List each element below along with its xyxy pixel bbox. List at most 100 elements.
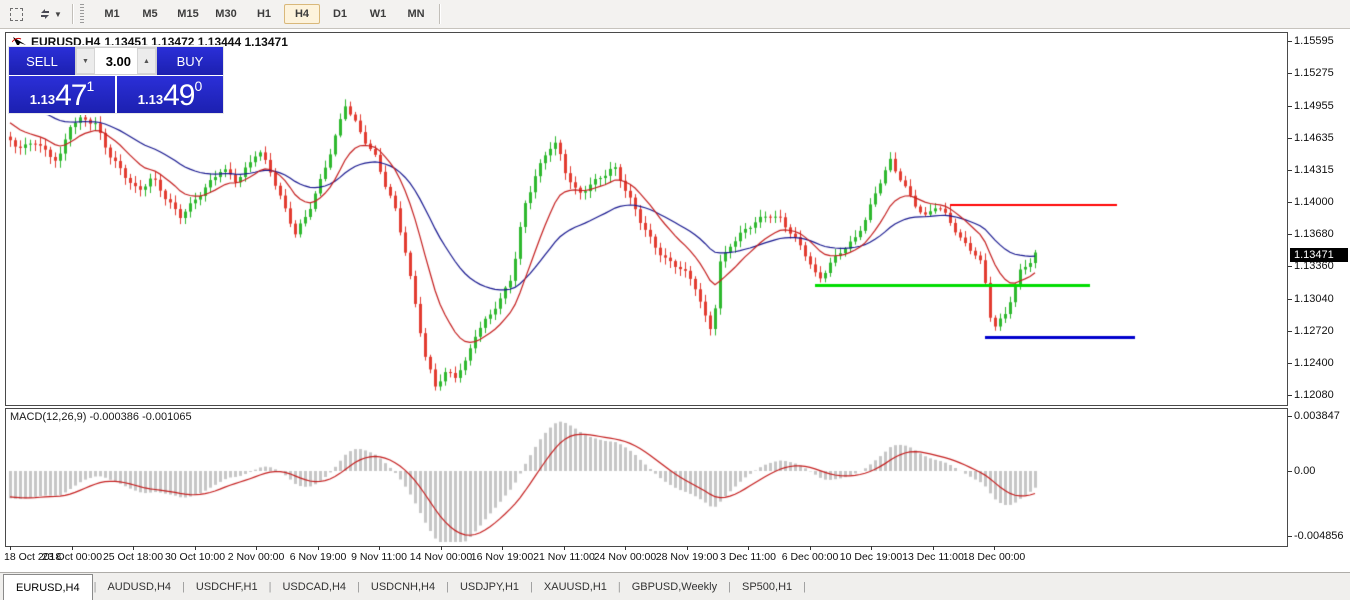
time-axis-label: 2 Nov 00:00 (228, 551, 285, 563)
price-axis-dash (1288, 234, 1292, 235)
time-axis-label: 9 Nov 11:00 (351, 551, 407, 563)
timeframe-button-h4[interactable]: H4 (284, 4, 320, 24)
chart-tab-gbpusd-weekly[interactable]: GBPUSD,Weekly (622, 577, 727, 597)
buy-price-small: 1.13 (138, 89, 163, 111)
time-axis-label: 6 Dec 00:00 (782, 551, 839, 563)
time-axis-label: 10 Dec 19:00 (840, 551, 902, 563)
sell-button[interactable]: SELL (9, 47, 75, 75)
time-axis-label: 25 Oct 18:00 (103, 551, 163, 563)
time-axis-tick (256, 546, 257, 550)
time-axis-tick (871, 546, 872, 550)
chart-tab-sp500-h1[interactable]: SP500,H1 (732, 577, 802, 597)
toolbar-separator-2 (439, 4, 440, 24)
time-axis-tick (994, 546, 995, 550)
macd-axis-dash (1288, 471, 1292, 472)
chart-tabs-bar: EURUSD,H4|AUDUSD,H4|USDCHF,H1|USDCAD,H4|… (0, 572, 1350, 600)
time-axis-label: 24 Nov 00:00 (594, 551, 656, 563)
chart-tab-audusd-h4[interactable]: AUDUSD,H4 (97, 577, 181, 597)
time-axis-tick (810, 546, 811, 550)
time-axis-tick (441, 546, 442, 550)
price-axis-tick: 1.13680 (1294, 228, 1334, 240)
chart-tab-usdcad-h4[interactable]: USDCAD,H4 (272, 577, 356, 597)
sell-price-small: 1.13 (30, 89, 55, 111)
sell-price-sup: 1 (86, 79, 94, 93)
timeframe-button-m1[interactable]: M1 (94, 4, 130, 24)
timeframe-button-d1[interactable]: D1 (322, 4, 358, 24)
price-axis-dash (1288, 138, 1292, 139)
price-axis-tick: 1.14000 (1294, 196, 1334, 208)
time-axis-tick (687, 546, 688, 550)
macd-axis-tick: 0.00 (1294, 465, 1315, 477)
chart-tab-usdchf-h1[interactable]: USDCHF,H1 (186, 577, 268, 597)
time-axis-label: 13 Dec 11:00 (902, 551, 964, 563)
volume-increase-button[interactable]: ▲ (137, 48, 156, 74)
chevron-down-icon: ▼ (54, 10, 62, 19)
price-axis-dash (1288, 363, 1292, 364)
toolbar-grip[interactable] (80, 4, 84, 24)
macd-canvas[interactable] (6, 409, 1287, 546)
sell-price-big: 47 (55, 81, 86, 111)
time-axis-label: 3 Dec 11:00 (720, 551, 776, 563)
price-axis-dash (1288, 73, 1292, 74)
current-price-badge: 1.13471 (1290, 248, 1348, 262)
price-axis-tick: 1.15275 (1294, 67, 1334, 79)
price-axis-dash (1288, 395, 1292, 396)
timeframe-button-m5[interactable]: M5 (132, 4, 168, 24)
toolbar-separator (72, 4, 73, 24)
arrows-icon (38, 8, 52, 20)
timeframe-button-m30[interactable]: M30 (208, 4, 244, 24)
chart-tab-eurusd-h4[interactable]: EURUSD,H4 (3, 574, 93, 600)
macd-indicator-label: MACD(12,26,9) -0.000386 -0.001065 (10, 411, 192, 423)
time-axis-tick (72, 546, 73, 550)
price-axis-dash (1288, 41, 1292, 42)
chart-tab-xauusd-h1[interactable]: XAUUSD,H1 (534, 577, 617, 597)
buy-quote-button[interactable]: 1.13 49 0 (117, 76, 223, 113)
macd-indicator-pane[interactable] (5, 408, 1288, 547)
time-axis-tick (748, 546, 749, 550)
price-axis-dash (1288, 170, 1292, 171)
price-axis-tick: 1.15595 (1294, 35, 1334, 47)
time-axis-label: 28 Nov 19:00 (656, 551, 718, 563)
time-axis-tick (933, 546, 934, 550)
price-axis-dash (1288, 266, 1292, 267)
timeframe-button-mn[interactable]: MN (398, 4, 434, 24)
buy-price-big: 49 (163, 81, 194, 111)
time-axis-tick (379, 546, 380, 550)
macd-axis-dash (1288, 416, 1292, 417)
timeframe-button-w1[interactable]: W1 (360, 4, 396, 24)
timeframe-buttons: M1M5M15M30H1H4D1W1MN (93, 4, 435, 24)
price-axis-tick: 1.13040 (1294, 293, 1334, 305)
trade-levels-button[interactable]: ▼ (32, 3, 68, 25)
chart-tab-usdcnh-h4[interactable]: USDCNH,H4 (361, 577, 445, 597)
volume-value[interactable]: 3.00 (95, 48, 137, 74)
top-toolbar: ▼ M1M5M15M30H1H4D1W1MN (0, 0, 1350, 29)
time-axis-label: 14 Nov 00:00 (410, 551, 472, 563)
price-axis-dash (1288, 299, 1292, 300)
crosshair-tool-button[interactable] (3, 3, 29, 25)
price-axis-dash (1288, 106, 1292, 107)
crosshair-icon (10, 8, 23, 21)
macd-axis-dash (1288, 536, 1292, 537)
one-click-trading-panel: SELL ▼ 3.00 ▲ BUY 1.13 47 1 1.13 49 0 (8, 46, 224, 114)
volume-decrease-button[interactable]: ▼ (76, 48, 95, 74)
buy-button[interactable]: BUY (157, 47, 223, 75)
time-axis-tick (195, 546, 196, 550)
time-axis-label: 23 Oct 00:00 (42, 551, 102, 563)
time-axis-label: 21 Nov 11:00 (533, 551, 595, 563)
macd-axis-tick: 0.003847 (1294, 410, 1340, 422)
price-axis-tick: 1.14315 (1294, 164, 1334, 176)
price-axis-dash (1288, 202, 1292, 203)
timeframe-button-h1[interactable]: H1 (246, 4, 282, 24)
time-axis-tick (133, 546, 134, 550)
time-axis-tick (10, 546, 11, 550)
price-axis-tick: 1.12400 (1294, 357, 1334, 369)
sell-quote-button[interactable]: 1.13 47 1 (9, 76, 115, 113)
time-axis-label: 6 Nov 19:00 (290, 551, 347, 563)
time-axis-label: 16 Nov 19:00 (471, 551, 533, 563)
timeframe-button-m15[interactable]: M15 (170, 4, 206, 24)
chart-tab-usdjpy-h1[interactable]: USDJPY,H1 (450, 577, 529, 597)
time-axis-tick (625, 546, 626, 550)
price-axis-tick: 1.14955 (1294, 100, 1334, 112)
mt4-window: ▼ M1M5M15M30H1H4D1W1MN EURUSD,H4 1.13451… (0, 0, 1350, 600)
price-axis-tick: 1.14635 (1294, 132, 1334, 144)
